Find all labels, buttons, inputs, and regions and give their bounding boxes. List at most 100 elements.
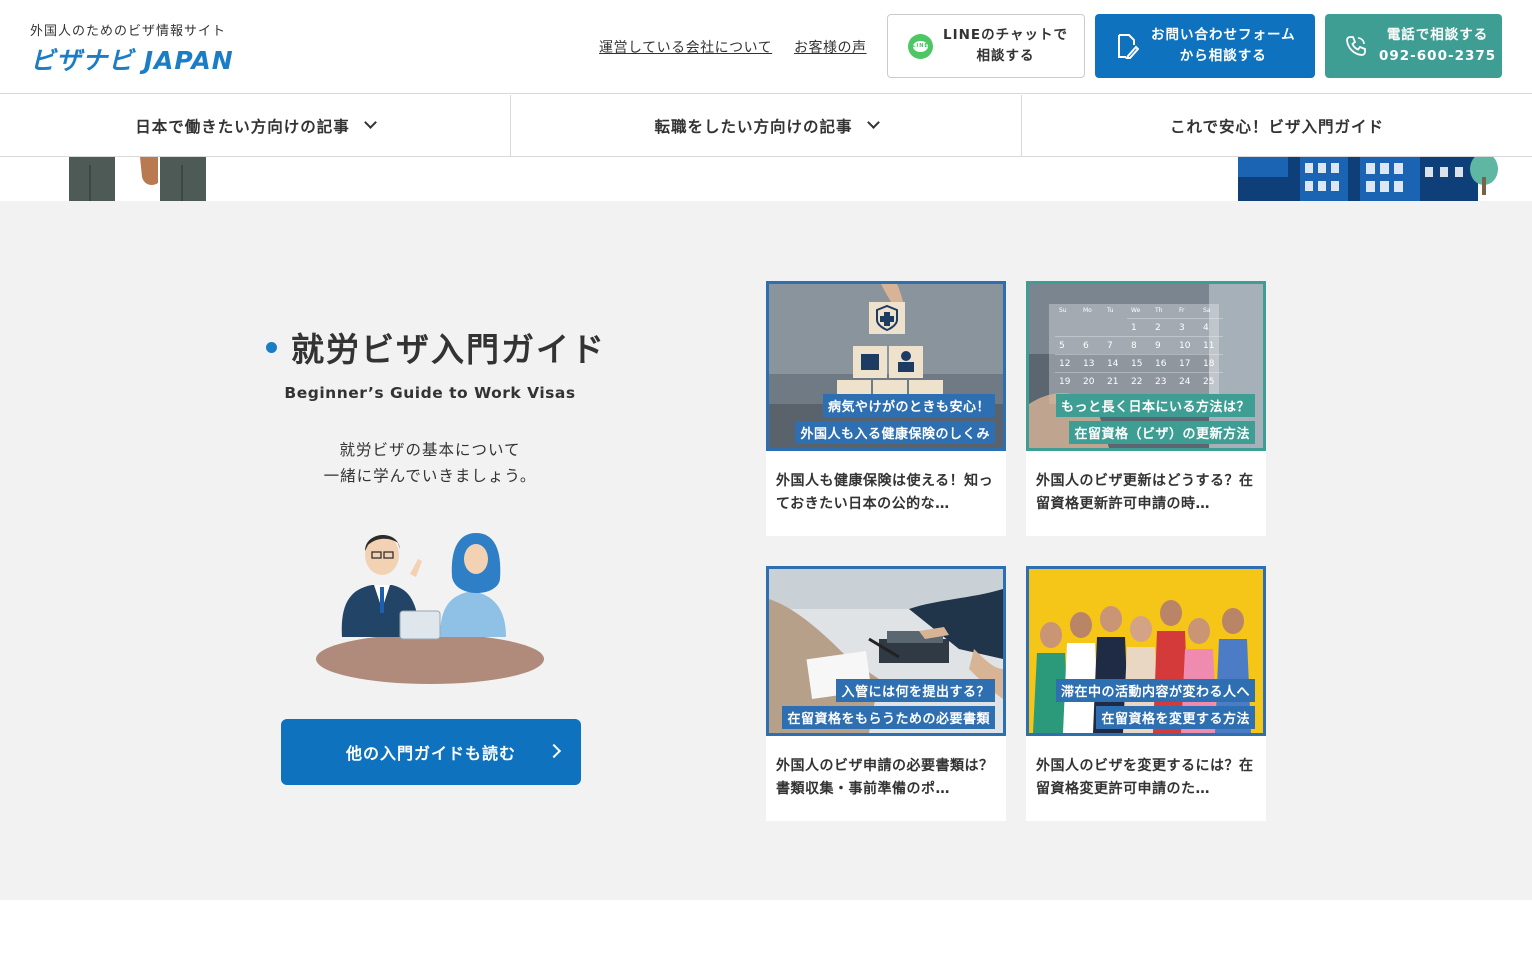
hero-illustration-strip (0, 157, 1532, 201)
calendar-day-label: Mo (1083, 307, 1092, 314)
card-thumbnail: Su Mo Tu We Th Fr Sa 1 2 3 4 5 6 7 8 9 10 11 12 13 14 15 16 17 1… (1026, 281, 1266, 451)
nav-item-label: 転職をしたい方向けの記事 (654, 117, 853, 136)
calendar-date: 23 (1155, 377, 1166, 387)
tel-button-number: 092-600-2375 (1379, 48, 1497, 64)
card-badge: 入管には何を提出する？ (836, 679, 995, 702)
calendar-date: 12 (1059, 359, 1070, 369)
calendar-date: 18 (1203, 359, 1215, 369)
calendar-gridline (1079, 372, 1103, 373)
card-thumbnail: 滞在中の活動内容が変わる人へ 在留資格を変更する方法 (1026, 566, 1266, 736)
calendar-gridline (1199, 372, 1223, 373)
line-button-line1: LINEのチャットで (943, 27, 1069, 43)
nav-item-job-change[interactable]: 転職をしたい方向けの記事 (511, 95, 1022, 156)
card-badge: 在留資格をもらうための必要書類 (782, 706, 995, 729)
chevron-down-icon (866, 116, 880, 129)
line-button-line2: 相談する (976, 48, 1035, 64)
customer-voice-link[interactable]: お客様の声 (794, 37, 867, 57)
calendar-date: 17 (1179, 359, 1190, 369)
calendar-date: 2 (1155, 323, 1161, 333)
card-title: 外国人のビザ申請の必要書類は？書類収集・事前準備のポ… (776, 758, 994, 797)
form-button-line2: から相談する (1179, 48, 1267, 64)
calendar-gridline (1127, 354, 1151, 355)
calendar-gridline (1103, 372, 1127, 373)
form-pen-icon (1118, 34, 1139, 59)
nav-item-label: 日本で働きたい方向けの記事 (135, 117, 350, 136)
card-badge: 外国人も入る健康保険のしくみ (795, 421, 995, 444)
calendar-gridline (1151, 354, 1175, 355)
calendar-date: 22 (1131, 377, 1142, 387)
calendar-gridline (1175, 354, 1199, 355)
article-card-visa-renewal[interactable]: Su Mo Tu We Th Fr Sa 1 2 3 4 5 6 7 8 9 10 11 12 13 14 15 16 17 1… (1026, 281, 1266, 536)
calendar-gridline (1151, 336, 1175, 337)
calendar-date: 7 (1107, 341, 1113, 351)
calendar-gridline (1175, 318, 1199, 319)
calendar-gridline (1127, 318, 1151, 319)
calendar-gridline (1079, 354, 1103, 355)
contact-form-button[interactable]: お問い合わせフォーム から相談する (1095, 14, 1315, 78)
calendar-date: 16 (1155, 359, 1167, 369)
article-card-status-change[interactable]: 滞在中の活動内容が変わる人へ 在留資格を変更する方法 外国人のビザを変更するには… (1026, 566, 1266, 821)
read-other-guides-button[interactable]: 他の入門ガイドも読む (281, 719, 581, 785)
visa-guide-section: 就労ビザ入門ガイド Beginner’s Guide to Work Visas… (0, 201, 1532, 900)
guide-heading: 就労ビザ入門ガイド (266, 323, 606, 371)
tel-button-line1: 電話で相談する (1386, 27, 1489, 43)
calendar-date: 5 (1059, 341, 1065, 351)
phone-icon (1346, 36, 1366, 56)
calendar-gridline (1151, 318, 1175, 319)
hero-illustration (69, 157, 1498, 201)
calendar-gridline (1175, 372, 1199, 373)
guide-desc-line2: 一緒に学んでいきましょう。 (323, 467, 537, 485)
calendar-date: 14 (1107, 359, 1119, 369)
calendar-date: 25 (1203, 377, 1214, 387)
calendar-date: 24 (1179, 377, 1191, 387)
calendar-gridline (1103, 354, 1127, 355)
calendar-date: 8 (1131, 341, 1137, 351)
guide-description: 就労ビザの基本について 一緒に学んでいきましょう。 (230, 437, 630, 489)
article-card-health-insurance[interactable]: 病気やけがのときも安心！ 外国人も入る健康保険のしくみ 外国人も健康保険は使える… (766, 281, 1006, 536)
calendar-gridline (1055, 354, 1079, 355)
calendar-date: 9 (1155, 341, 1161, 351)
nav-item-visa-guide[interactable]: これで安心！ビザ入門ガイド (1022, 95, 1532, 156)
article-card-required-documents[interactable]: 入管には何を提出する？ 在留資格をもらうための必要書類 外国人のビザ申請の必要書… (766, 566, 1006, 821)
calendar-date: 20 (1083, 377, 1095, 387)
calendar-date: 1 (1131, 323, 1137, 333)
card-title: 外国人も健康保険は使える！知っておきたい日本の公的な… (776, 473, 994, 512)
card-badge: 在留資格（ビザ）の更新方法 (1069, 421, 1255, 444)
calendar-gridline (1079, 336, 1103, 337)
phone-call-button[interactable]: 電話で相談する 092-600-2375 (1325, 14, 1502, 78)
company-link[interactable]: 運営している会社について (599, 37, 772, 57)
calendar-date: 15 (1131, 359, 1142, 369)
calendar-date: 6 (1083, 341, 1089, 351)
card-badge: 滞在中の活動内容が変わる人へ (1055, 679, 1255, 702)
calendar-gridline (1127, 336, 1151, 337)
site-logo[interactable]: 外国人のためのビザ情報サイト ビザナビ JAPAN (30, 20, 234, 77)
consultation-illustration (316, 533, 544, 684)
guide-desc-line1: 就労ビザの基本について (339, 441, 521, 459)
card-badge: 病気やけがのときも安心！ (822, 394, 995, 417)
calendar-date: 19 (1059, 377, 1071, 387)
calendar-date: 4 (1203, 323, 1209, 333)
calendar-gridline (1103, 336, 1127, 337)
calendar-day-label: Fr (1179, 307, 1185, 314)
calendar-day-label: We (1131, 307, 1141, 314)
read-other-guides-label: 他の入門ガイドも読む (345, 744, 516, 763)
calendar-gridline (1199, 336, 1223, 337)
form-button-line1: お問い合わせフォーム (1151, 27, 1296, 43)
calendar-gridline (1175, 336, 1199, 337)
calendar-day-label: Tu (1106, 307, 1114, 314)
calendar-date: 10 (1179, 341, 1191, 351)
calendar-date: 21 (1107, 377, 1118, 387)
calendar-day-label: Su (1059, 307, 1067, 314)
guide-title: 就労ビザ入門ガイド (291, 330, 606, 369)
calendar-gridline (1199, 318, 1223, 319)
logo-tagline: 外国人のためのビザ情報サイト (30, 24, 227, 39)
chevron-right-icon (546, 743, 562, 759)
calendar-gridline (1055, 372, 1079, 373)
global-nav: 日本で働きたい方向けの記事 転職をしたい方向けの記事 これで安心！ビザ入門ガイド (0, 95, 1532, 157)
calendar-gridline (1055, 336, 1079, 337)
nav-item-work-in-japan[interactable]: 日本で働きたい方向けの記事 (0, 95, 511, 156)
line-chat-button[interactable]: LINE LINEのチャットで 相談する (887, 14, 1085, 78)
calendar-date: 11 (1203, 341, 1214, 351)
calendar-gridline (1127, 372, 1151, 373)
calendar-day-label: Th (1154, 307, 1163, 314)
